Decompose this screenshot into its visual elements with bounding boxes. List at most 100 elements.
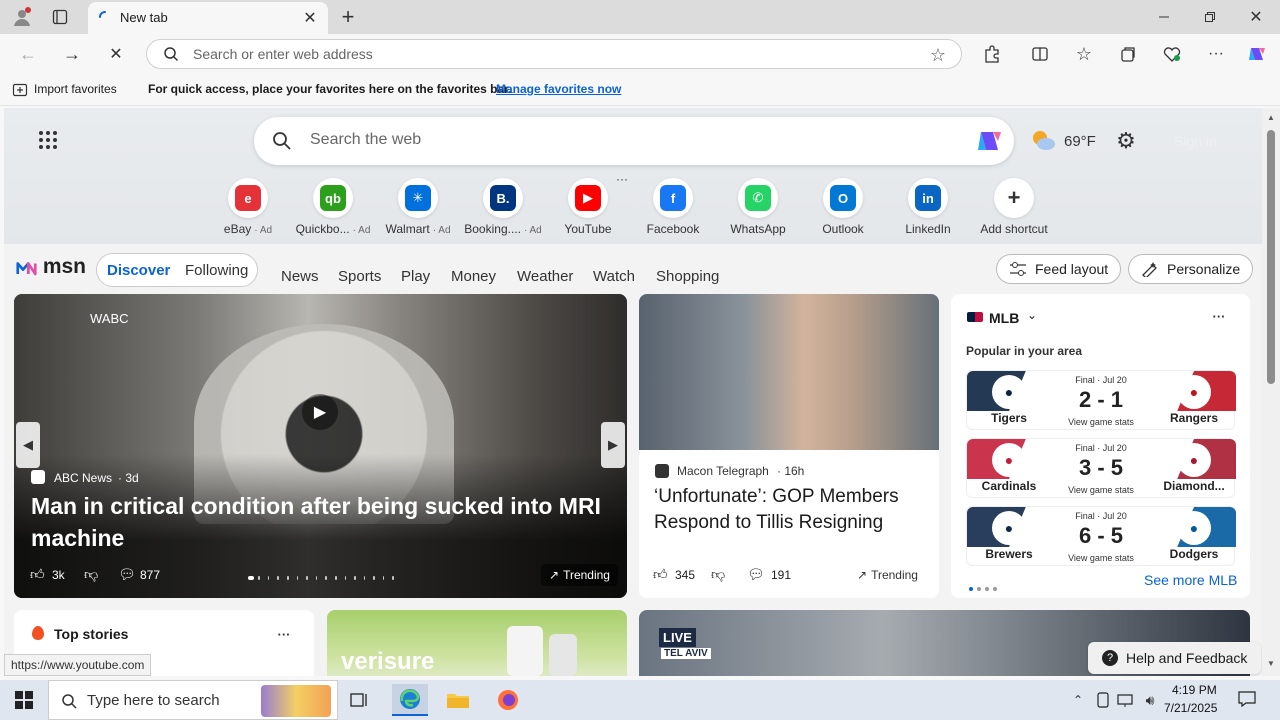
shortcut-quickbooks[interactable]: qb Quickbo... · Ad [293, 174, 373, 240]
comment-icon[interactable]: 💬︎ [747, 566, 765, 583]
shortcut-walmart[interactable]: ✳ Walmart · Ad [378, 174, 458, 240]
taskbar-time[interactable]: 4:19 PM [1172, 683, 1217, 697]
favorites-icon[interactable]: ☆ [1072, 42, 1096, 66]
edge-taskbar-icon[interactable] [392, 684, 428, 716]
comment-icon[interactable]: 💬︎ [118, 566, 136, 583]
new-tab-plus-icon[interactable]: + [336, 4, 360, 29]
web-search-box[interactable]: Search the web [254, 117, 1014, 165]
nav-news[interactable]: News [281, 268, 319, 285]
dislike-icon[interactable]: 👎︎ [84, 566, 98, 583]
scroll-down-icon[interactable]: ▼ [1265, 658, 1277, 668]
scroll-thumb[interactable] [1267, 130, 1275, 384]
mlb-pagination[interactable] [969, 579, 1001, 594]
page-scrollbar[interactable]: ▲ ▼ [1262, 108, 1280, 676]
tab-actions-icon[interactable] [48, 5, 72, 29]
weather-icon[interactable] [1030, 128, 1056, 155]
collections-icon[interactable] [1116, 42, 1140, 66]
taskbar-search-box[interactable]: Type here to search [48, 680, 338, 720]
start-button-icon[interactable] [6, 684, 42, 716]
nav-play[interactable]: Play [401, 268, 430, 285]
game-row[interactable]: ● Brewers ● Dodgers Final · Jul 20 6 - 5 View … [966, 506, 1236, 566]
nav-weather[interactable]: Weather [517, 268, 573, 285]
app-launcher-icon[interactable] [36, 128, 60, 152]
network-icon[interactable] [1116, 690, 1134, 710]
shortcut-booking[interactable]: B. Booking.... · Ad [463, 174, 543, 240]
away-team[interactable]: ● Rangers [1152, 375, 1236, 425]
home-team[interactable]: ● Cardinals [967, 443, 1051, 493]
nav-shopping[interactable]: Shopping [656, 268, 719, 285]
carousel-dots[interactable] [248, 576, 398, 582]
carousel-prev-icon[interactable]: ◀ [16, 422, 40, 468]
device-icon[interactable] [1094, 690, 1112, 710]
nav-watch[interactable]: Watch [593, 268, 635, 285]
shortcut-linkedin[interactable]: in LinkedIn [888, 174, 968, 240]
show-hidden-icons-icon[interactable]: ⌃ [1070, 690, 1086, 710]
manage-favorites-link[interactable]: Manage favorites now [496, 82, 621, 96]
home-team[interactable]: ● Tigers [967, 375, 1051, 425]
help-feedback-button[interactable]: ? Help and Feedback [1088, 642, 1262, 674]
nav-sports[interactable]: Sports [338, 268, 381, 285]
feed-layout-button[interactable]: Feed layout [996, 254, 1122, 284]
task-view-icon[interactable] [342, 684, 378, 716]
tab-new-tab[interactable]: New tab ✕ [88, 2, 328, 34]
home-team[interactable]: ● Brewers [967, 511, 1051, 561]
address-bar[interactable]: Search or enter web address ☆ [146, 39, 962, 69]
card-more-icon[interactable]: ··· [272, 626, 296, 642]
settings-gear-icon[interactable]: ⚙ [1114, 128, 1138, 153]
view-game-stats-link[interactable]: View game stats [1051, 485, 1151, 495]
back-icon[interactable]: ← [16, 42, 40, 66]
more-menu-icon[interactable]: ··· [1204, 42, 1228, 66]
game-row[interactable]: ● Cardinals ● Diamond... Final · Jul 20 3 - 5… [966, 438, 1236, 498]
stop-loading-icon[interactable]: ✕ [104, 42, 128, 66]
tab-following[interactable]: Following [185, 262, 248, 279]
notification-center-icon[interactable] [1236, 688, 1258, 710]
away-team[interactable]: ● Dodgers [1152, 511, 1236, 561]
story-card[interactable]: Macon Telegraph · 16h ‘Unfortunate’: GOP… [639, 294, 939, 598]
carousel-next-icon[interactable]: ▶ [601, 422, 625, 468]
minimize-icon[interactable] [1152, 5, 1176, 29]
card-more-icon[interactable]: ··· [1207, 308, 1231, 324]
shortcut-more-icon[interactable]: ··· [614, 172, 630, 186]
close-window-icon[interactable]: ✕ [1244, 5, 1268, 29]
browser-essentials-icon[interactable] [1160, 42, 1184, 66]
forward-icon[interactable]: → [60, 42, 84, 66]
temperature[interactable]: 69°F [1064, 133, 1096, 150]
like-icon[interactable]: 👍︎ [653, 566, 668, 583]
favorite-star-icon[interactable]: ☆ [927, 44, 949, 66]
nav-money[interactable]: Money [451, 268, 496, 285]
shortcut-plus[interactable]: + Add shortcut [974, 174, 1054, 240]
extensions-icon[interactable] [980, 42, 1004, 66]
dislike-icon[interactable]: 👎︎ [711, 566, 725, 583]
like-icon[interactable]: 👍︎ [30, 566, 45, 583]
import-favorites-link[interactable]: Import favorites [34, 82, 117, 96]
copilot-icon[interactable] [974, 126, 1004, 159]
play-icon[interactable]: ▶ [302, 394, 338, 430]
taskbar-date[interactable]: 7/21/2025 [1164, 701, 1217, 715]
chevron-down-icon[interactable]: ⌄ [1027, 308, 1037, 322]
split-screen-icon[interactable] [1028, 42, 1052, 66]
shortcut-ebay[interactable]: e eBay · Ad [208, 174, 288, 240]
copilot-icon[interactable] [1245, 42, 1269, 66]
away-team[interactable]: ● Diamond... [1152, 443, 1236, 493]
scroll-up-icon[interactable]: ▲ [1265, 112, 1277, 122]
profile-icon[interactable] [10, 5, 34, 29]
volume-icon[interactable]: 🔊︎ [1140, 690, 1160, 710]
personalize-button[interactable]: Personalize [1128, 254, 1254, 284]
close-tab-icon[interactable]: ✕ [300, 8, 320, 28]
top-stories-title[interactable]: Top stories [54, 626, 128, 642]
tab-discover[interactable]: Discover [107, 262, 170, 279]
shortcut-outlook[interactable]: O Outlook [803, 174, 883, 240]
sign-in-link[interactable]: Sign in [1174, 133, 1217, 149]
restore-icon[interactable] [1198, 5, 1222, 29]
view-game-stats-link[interactable]: View game stats [1051, 553, 1151, 563]
msn-logo[interactable]: msn [16, 253, 86, 281]
view-game-stats-link[interactable]: View game stats [1051, 417, 1151, 427]
see-more-mlb-link[interactable]: See more MLB [1144, 572, 1237, 588]
firefox-icon[interactable] [490, 684, 526, 716]
mlb-title[interactable]: MLB [989, 310, 1019, 326]
file-explorer-icon[interactable] [440, 684, 476, 716]
verisure-ad-card[interactable]: verisure [327, 610, 627, 676]
story-title[interactable]: ‘Unfortunate’: GOP Members Respond to Ti… [654, 484, 929, 536]
hero-title[interactable]: Man in critical condition after being su… [31, 490, 616, 554]
shortcut-whatsapp[interactable]: ✆ WhatsApp [718, 174, 798, 240]
